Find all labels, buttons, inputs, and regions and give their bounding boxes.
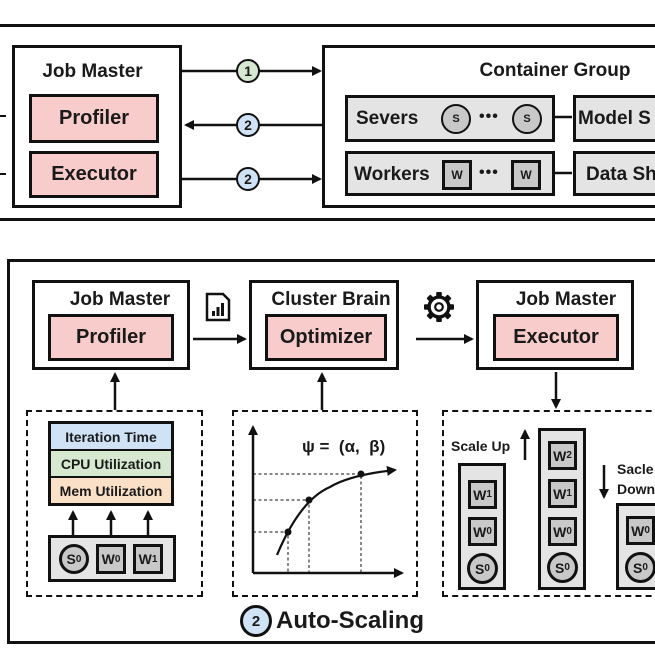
graph-curve	[275, 465, 397, 556]
worker-node: W1	[468, 480, 497, 509]
step2-badge: 2	[240, 605, 272, 637]
server-node: S0	[467, 553, 498, 584]
worker-node: W0	[468, 517, 497, 546]
graph-guide	[253, 531, 289, 573]
container-before: W1 W0 S0	[458, 463, 506, 590]
graph-point	[284, 528, 292, 536]
caption-text: Auto-Scaling	[276, 607, 424, 634]
graph-point	[357, 470, 365, 478]
scale-down-label: Sacle	[617, 461, 654, 477]
scale-up-label: Scale Up	[451, 438, 511, 454]
server-node: S0	[625, 552, 655, 583]
auto-scaling-caption: 2 Auto-Scaling	[240, 605, 424, 637]
worker-node: W1	[548, 479, 577, 508]
worker-node: W2	[548, 441, 577, 470]
graph-guide	[253, 473, 362, 573]
container-scaled-up: W2 W1 W0 S0	[538, 428, 586, 590]
server-node: S0	[547, 552, 578, 583]
container-scaled-down: W0 S0	[616, 503, 655, 590]
scale-down-label: Down	[617, 481, 655, 497]
graph-point	[305, 496, 313, 504]
worker-node: W0	[626, 516, 655, 545]
worker-node: W0	[548, 517, 577, 546]
